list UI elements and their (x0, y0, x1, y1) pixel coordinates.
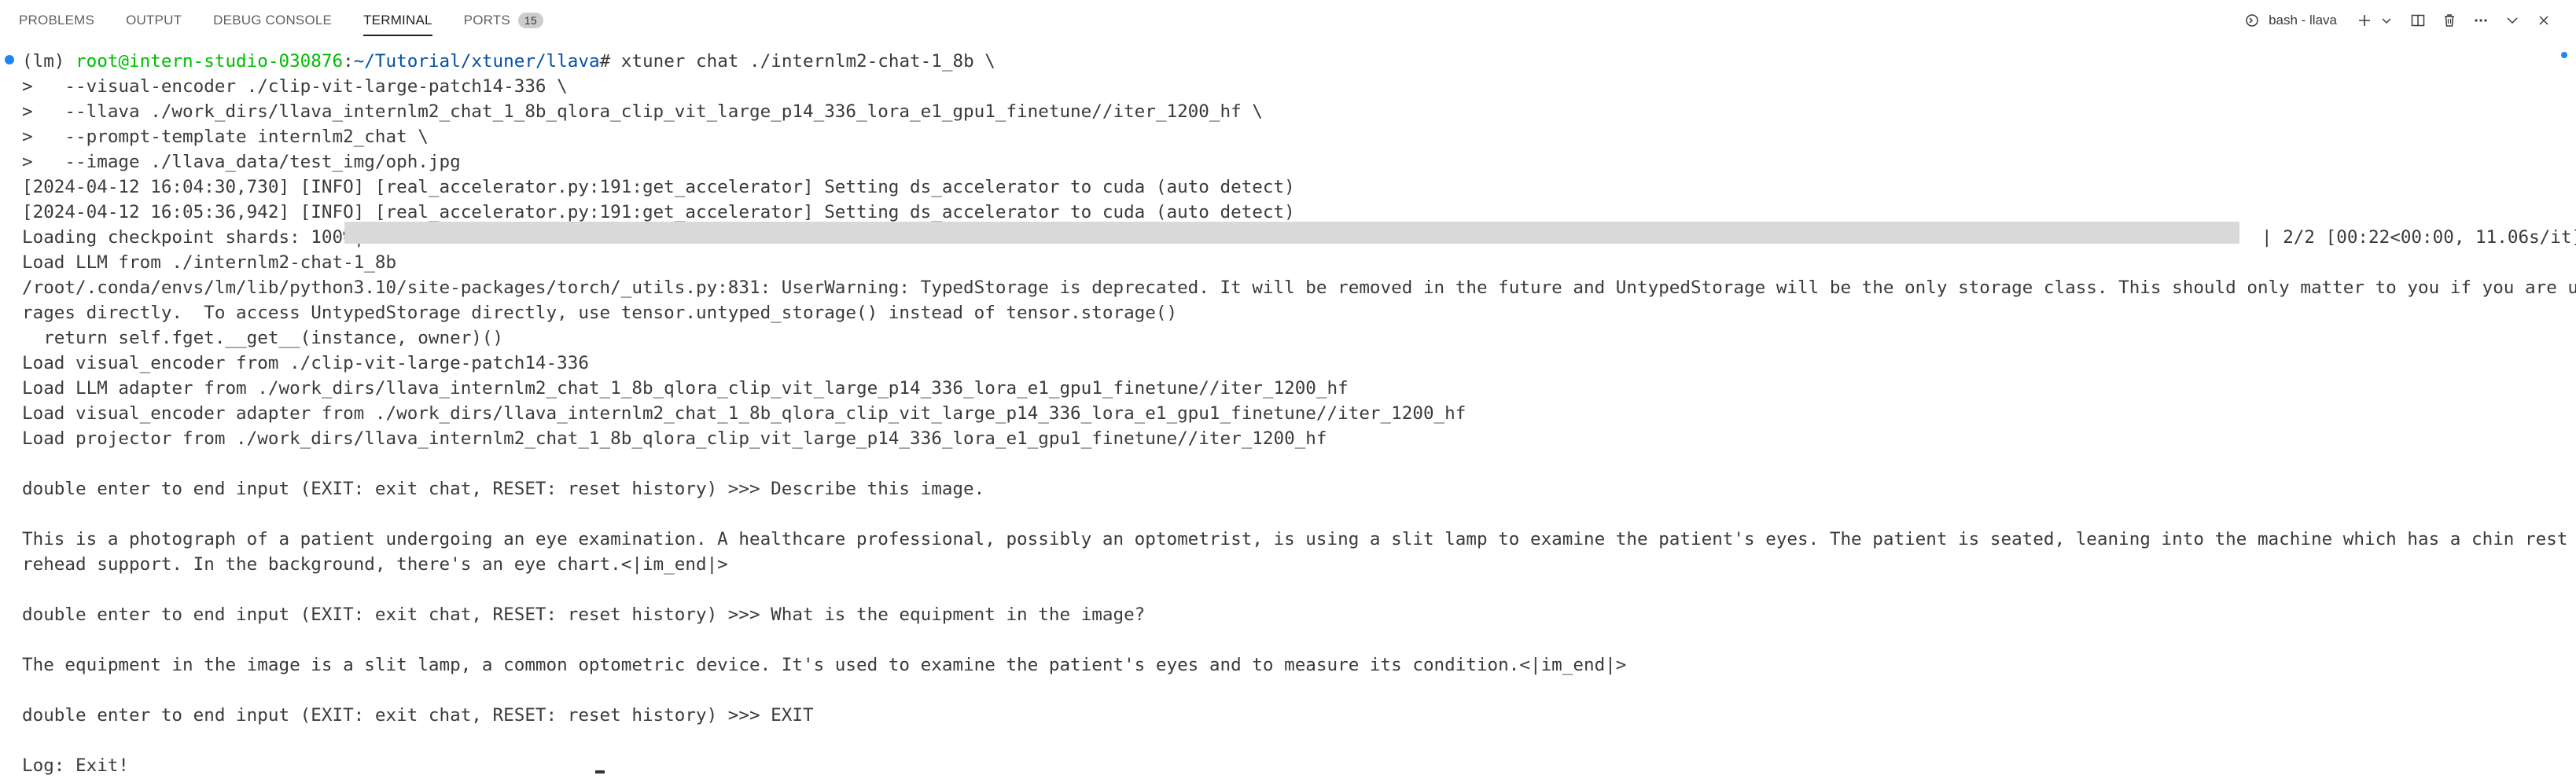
terminal-line: return self.fget.__get__(instance, owner… (22, 328, 504, 348)
terminal-line: Log: Exit! (22, 755, 130, 776)
terminal-line: Load visual_encoder adapter from ./work_… (22, 403, 1466, 424)
collapse-icon[interactable] (2502, 10, 2523, 31)
text-cursor (595, 770, 605, 773)
terminal-line: > --image ./llava_data/test_img/oph.jpg (22, 152, 461, 172)
prompt-sep: : (343, 51, 354, 72)
scroll-marker-icon (2559, 42, 2570, 58)
prompt-path: ~/Tutorial/xtuner/llava (353, 51, 600, 72)
terminal-line: > --prompt-template internlm2_chat \ (22, 127, 429, 147)
terminal-output[interactable]: (lm) root@intern-studio-030876:~/Tutoria… (0, 44, 2576, 779)
add-icon[interactable] (2354, 10, 2375, 31)
prompt-line: (lm) root@intern-studio-030876:~/Tutoria… (22, 49, 995, 74)
tab-problems[interactable]: PROBLEMS (19, 0, 94, 41)
terminal-line: /root/.conda/envs/lm/lib/python3.10/site… (22, 277, 2576, 298)
terminal-line: Load visual_encoder from ./clip-vit-larg… (22, 353, 589, 373)
tab-label: PROBLEMS (19, 13, 95, 28)
terminal-line: rehead support. In the background, there… (22, 554, 728, 575)
terminal-line: The equipment in the image is a slit lam… (22, 655, 1627, 675)
tab-label: TERMINAL (363, 13, 432, 28)
progress-text: | 2/2 [00:22<00:00, 11.06s/it] (2261, 227, 2576, 248)
terminal-line: double enter to end input (EXIT: exit ch… (22, 705, 814, 726)
prompt-indicator-icon (5, 55, 14, 64)
terminal-line: Load projector from ./work_dirs/llava_in… (22, 428, 1327, 449)
tab-terminal[interactable]: TERMINAL (363, 0, 432, 41)
panel-actions: bash - llava (2242, 0, 2576, 41)
chevron-down-icon[interactable] (2376, 10, 2397, 31)
terminal-line: double enter to end input (EXIT: exit ch… (22, 604, 1146, 625)
prompt-command: # xtuner chat ./internlm2-chat-1_8b \ (599, 51, 995, 72)
panel-header: PROBLEMS OUTPUT DEBUG CONSOLE TERMINAL P… (0, 0, 2576, 41)
tab-label: OUTPUT (126, 13, 182, 28)
tab-label: DEBUG CONSOLE (213, 13, 333, 28)
ports-count-badge: 15 (517, 13, 543, 28)
trash-icon[interactable] (2439, 10, 2460, 31)
close-icon[interactable] (2534, 10, 2554, 31)
prompt-env: (lm) (22, 51, 76, 72)
terminal-line: Load LLM adapter from ./work_dirs/llava_… (22, 378, 1349, 399)
prompt-user: root@intern-studio-030876 (75, 51, 344, 72)
tab-output[interactable]: OUTPUT (126, 0, 182, 41)
more-icon[interactable] (2471, 10, 2491, 31)
terminal-icon (2242, 10, 2262, 31)
tab-ports[interactable]: PORTS 15 (464, 0, 543, 41)
panel-tabs: PROBLEMS OUTPUT DEBUG CONSOLE TERMINAL P… (19, 0, 575, 41)
progress-bar (344, 222, 2239, 244)
progress-line-label: Loading checkpoint shards: 100%| (22, 227, 365, 248)
terminal-line: > --llava ./work_dirs/llava_internlm2_ch… (22, 101, 1263, 122)
tab-label: PORTS (463, 13, 510, 28)
terminal-line: Load LLM from ./internlm2-chat-1_8b (22, 252, 397, 273)
terminal-line: rages directly. To access UntypedStorage… (22, 303, 1178, 323)
terminal-selector[interactable]: bash - llava (2242, 10, 2337, 31)
split-icon[interactable] (2408, 10, 2428, 31)
terminal-line: double enter to end input (EXIT: exit ch… (22, 479, 985, 499)
terminal-line: > --visual-encoder ./clip-vit-large-patc… (22, 76, 568, 97)
terminal-line: This is a photograph of a patient underg… (22, 529, 2576, 549)
terminal-name: bash - llava (2269, 13, 2337, 28)
terminal-line: [2024-04-12 16:04:30,730] [INFO] [real_a… (22, 177, 1295, 197)
tab-debug-console[interactable]: DEBUG CONSOLE (213, 0, 332, 41)
